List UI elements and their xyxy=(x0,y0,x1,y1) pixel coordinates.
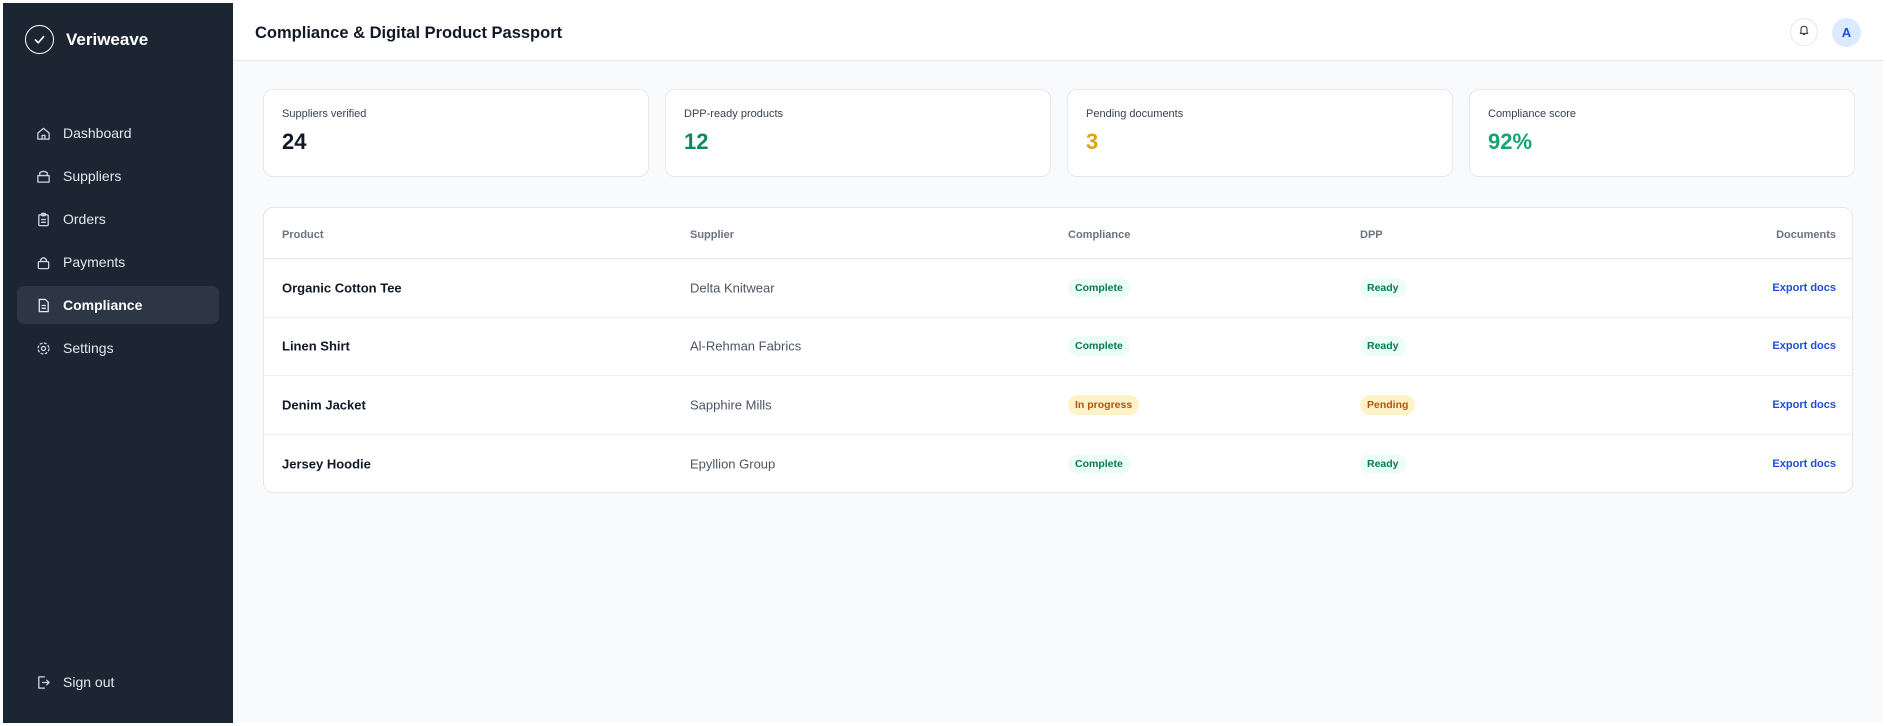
supplier-name: Sapphire Mills xyxy=(690,397,772,413)
sidebar-item-orders[interactable]: Orders xyxy=(17,200,219,238)
stat-value: 3 xyxy=(1086,129,1099,154)
avatar[interactable]: A xyxy=(1832,18,1861,47)
stat-label: Compliance score xyxy=(1488,108,1577,120)
stat-value: 12 xyxy=(684,129,709,154)
dpp-cell: Pending xyxy=(1360,394,1416,415)
clipboard-icon xyxy=(35,211,51,227)
sidebar-item-label: Suppliers xyxy=(63,168,122,184)
sidebar-item-label: Settings xyxy=(63,340,114,356)
table-header: Product Supplier Compliance DPP Document… xyxy=(264,208,1852,259)
compliance-status-badge: Complete xyxy=(1068,453,1130,474)
table-row: Denim Jacket Sapphire Mills In progress … xyxy=(264,376,1852,435)
home-icon xyxy=(35,125,51,141)
compliance-status-badge: In progress xyxy=(1068,394,1140,415)
brand-name: Veriweave xyxy=(66,29,149,49)
table-row: Linen Shirt Al-Rehman Fabrics Complete R… xyxy=(264,318,1852,376)
compliance-cell: Complete xyxy=(1068,277,1130,298)
sidebar-nav: Dashboard Suppliers Orders Payments Comp… xyxy=(17,114,219,372)
dpp-status-badge: Ready xyxy=(1360,336,1406,357)
top-bar: Compliance & Digital Product Passport A xyxy=(233,3,1883,61)
bell-icon xyxy=(1798,23,1810,41)
table-row: Jersey Hoodie Epyllion Group Complete Re… xyxy=(264,435,1852,493)
product-name: Jersey Hoodie xyxy=(282,456,371,472)
dpp-status-badge: Ready xyxy=(1360,453,1406,474)
stat-card-dpp-ready: DPP-ready products 12 xyxy=(665,89,1051,177)
compliance-cell: In progress xyxy=(1068,394,1140,415)
export-docs-link[interactable]: Export docs xyxy=(1772,340,1836,352)
stat-label: DPP-ready products xyxy=(684,108,784,120)
sign-out-button[interactable]: Sign out xyxy=(17,663,219,701)
sidebar-item-label: Compliance xyxy=(63,297,143,313)
export-docs-link[interactable]: Export docs xyxy=(1772,458,1836,470)
check-circle-icon xyxy=(25,25,54,54)
sidebar-item-compliance[interactable]: Compliance xyxy=(17,286,219,324)
dpp-cell: Ready xyxy=(1360,277,1406,298)
notifications-button[interactable] xyxy=(1790,18,1818,46)
column-header-documents: Documents xyxy=(1776,229,1836,241)
stat-value: 24 xyxy=(282,129,307,154)
sidebar-item-label: Orders xyxy=(63,211,106,227)
sidebar-item-payments[interactable]: Payments xyxy=(17,243,219,281)
column-header-product: Product xyxy=(282,229,324,241)
column-header-dpp: DPP xyxy=(1360,229,1383,241)
export-docs-link[interactable]: Export docs xyxy=(1772,399,1836,411)
sidebar-item-suppliers[interactable]: Suppliers xyxy=(17,157,219,195)
supplier-name: Epyllion Group xyxy=(690,456,776,472)
dpp-status-badge: Pending xyxy=(1360,394,1416,415)
stats-row: Suppliers verified 24 DPP-ready products… xyxy=(263,89,1855,177)
stat-label: Pending documents xyxy=(1086,108,1184,120)
gear-icon xyxy=(35,340,51,356)
stat-value: 92% xyxy=(1488,129,1533,154)
supplier-name: Al-Rehman Fabrics xyxy=(690,338,802,354)
product-name: Linen Shirt xyxy=(282,338,350,354)
sign-out-icon xyxy=(35,674,51,690)
stat-card-pending-documents: Pending documents 3 xyxy=(1067,89,1453,177)
sidebar-item-label: Payments xyxy=(63,254,126,270)
stat-card-compliance-score: Compliance score 92% xyxy=(1469,89,1855,177)
export-docs-link[interactable]: Export docs xyxy=(1772,282,1836,294)
compliance-status-badge: Complete xyxy=(1068,336,1130,357)
package-icon xyxy=(35,168,51,184)
column-header-supplier: Supplier xyxy=(690,229,735,241)
app-window: Veriweave Dashboard Suppliers Orders Pay… xyxy=(3,3,1883,723)
dpp-cell: Ready xyxy=(1360,453,1406,474)
stat-card-suppliers-verified: Suppliers verified 24 xyxy=(263,89,649,177)
column-header-compliance: Compliance xyxy=(1068,229,1131,241)
dpp-status-badge: Ready xyxy=(1360,277,1406,298)
document-icon xyxy=(35,297,51,313)
products-table: Product Supplier Compliance DPP Document… xyxy=(263,207,1853,493)
compliance-status-badge: Complete xyxy=(1068,277,1130,298)
supplier-name: Delta Knitwear xyxy=(690,280,775,296)
compliance-cell: Complete xyxy=(1068,336,1130,357)
sidebar: Veriweave Dashboard Suppliers Orders Pay… xyxy=(3,3,233,723)
sidebar-item-settings[interactable]: Settings xyxy=(17,329,219,367)
sign-out-label: Sign out xyxy=(63,674,115,690)
main-content: Compliance & Digital Product Passport A … xyxy=(233,3,1883,723)
product-name: Denim Jacket xyxy=(282,397,366,413)
lock-icon xyxy=(35,254,51,270)
sidebar-item-dashboard[interactable]: Dashboard xyxy=(17,114,219,152)
table-row: Organic Cotton Tee Delta Knitwear Comple… xyxy=(264,259,1852,318)
stat-label: Suppliers verified xyxy=(282,108,367,120)
sidebar-item-label: Dashboard xyxy=(63,125,132,141)
page-title: Compliance & Digital Product Passport xyxy=(255,24,563,42)
dpp-cell: Ready xyxy=(1360,336,1406,357)
product-name: Organic Cotton Tee xyxy=(282,280,402,296)
brand[interactable]: Veriweave xyxy=(25,25,148,54)
compliance-cell: Complete xyxy=(1068,453,1130,474)
